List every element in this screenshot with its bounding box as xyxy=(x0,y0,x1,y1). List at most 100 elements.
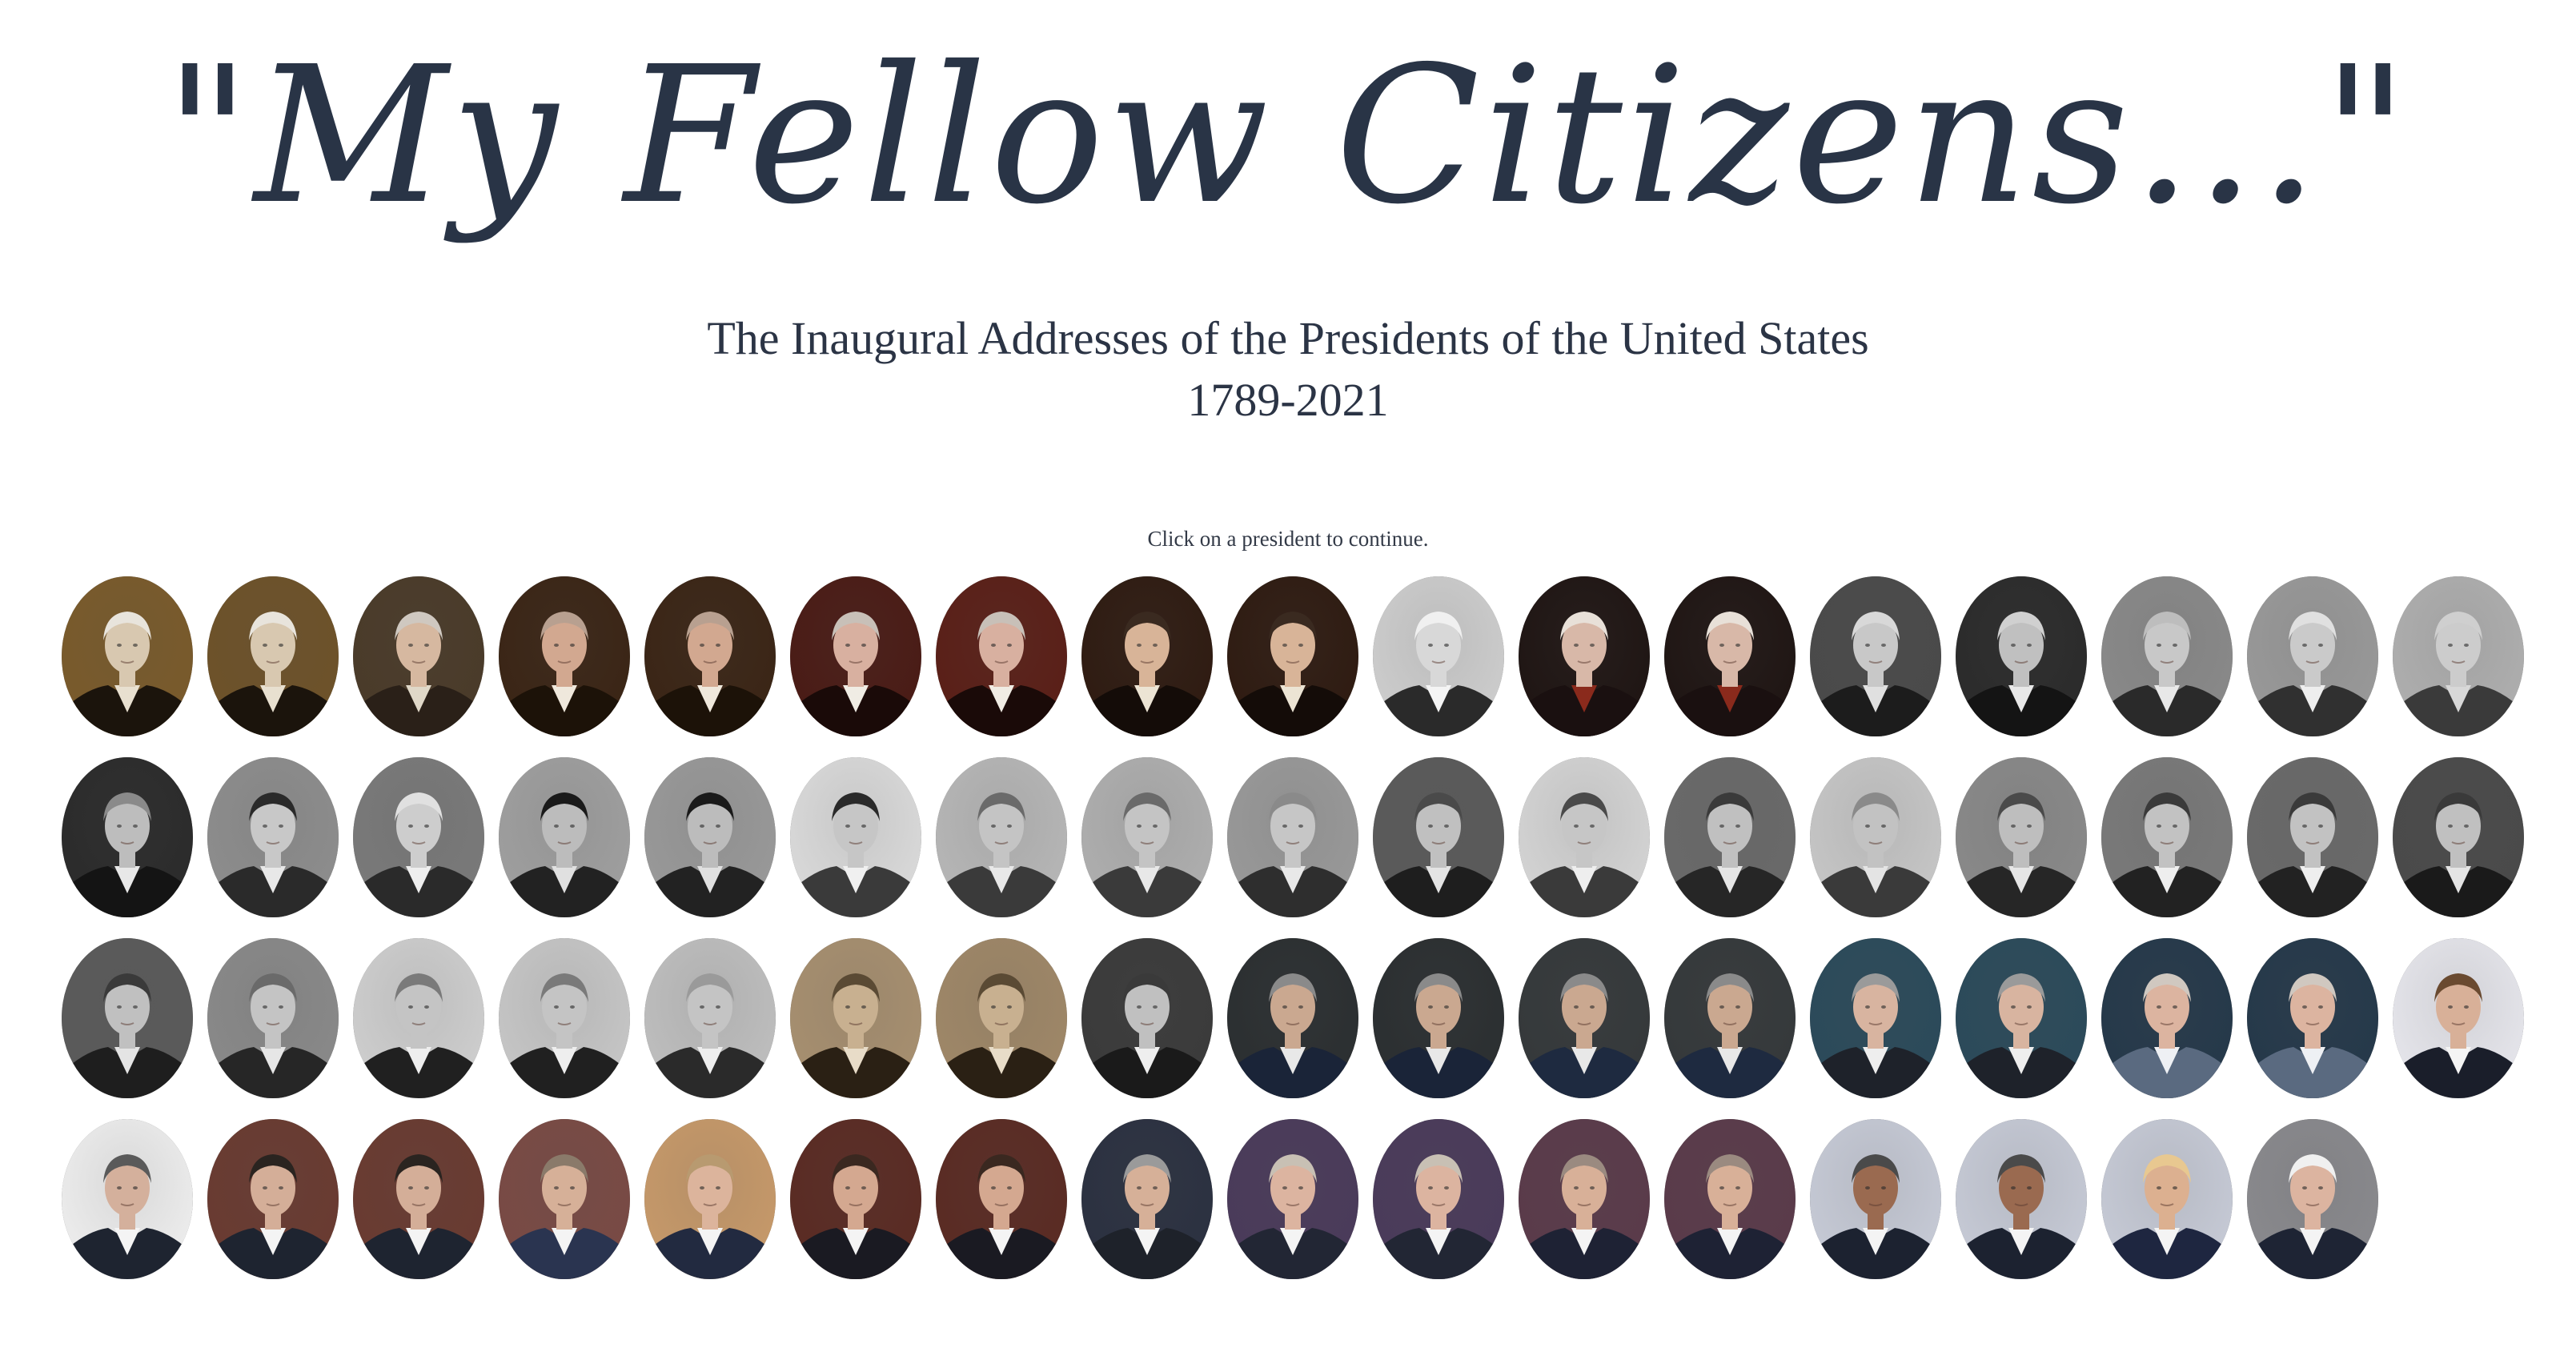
president-portrait[interactable] xyxy=(1081,1119,1213,1279)
president-portrait[interactable] xyxy=(2247,1119,2378,1279)
portrait-image xyxy=(499,576,630,736)
president-portrait[interactable] xyxy=(936,576,1067,736)
president-portrait[interactable] xyxy=(62,938,193,1098)
portrait-image xyxy=(790,576,921,736)
president-portrait[interactable] xyxy=(1519,1119,1650,1279)
page: "My Fellow Citizens..." The Inaugural Ad… xyxy=(0,0,2576,1372)
portrait-image xyxy=(62,1119,193,1279)
president-portrait[interactable] xyxy=(62,757,193,917)
portrait-image xyxy=(644,576,776,736)
portrait-image xyxy=(207,757,339,917)
president-portrait[interactable] xyxy=(1810,757,1941,917)
president-portrait[interactable] xyxy=(207,576,339,736)
portrait-image xyxy=(2247,1119,2378,1279)
portrait-image xyxy=(936,576,1067,736)
portrait-image xyxy=(1956,1119,2087,1279)
president-portrait[interactable] xyxy=(1810,938,1941,1098)
portrait-image xyxy=(936,938,1067,1098)
president-portrait[interactable] xyxy=(2393,757,2524,917)
president-portrait[interactable] xyxy=(207,1119,339,1279)
president-portrait[interactable] xyxy=(644,757,776,917)
president-portrait[interactable] xyxy=(644,1119,776,1279)
president-portrait[interactable] xyxy=(1373,757,1504,917)
president-portrait[interactable] xyxy=(1956,1119,2087,1279)
portrait-image xyxy=(1519,757,1650,917)
president-portrait[interactable] xyxy=(1373,576,1504,736)
portrait-image xyxy=(1373,576,1504,736)
president-portrait[interactable] xyxy=(2393,938,2524,1098)
portrait-image xyxy=(1664,757,1796,917)
president-portrait[interactable] xyxy=(644,938,776,1098)
president-portrait[interactable] xyxy=(207,757,339,917)
portrait-image xyxy=(499,938,630,1098)
portrait-image xyxy=(1956,938,2087,1098)
president-portrait[interactable] xyxy=(2393,576,2524,736)
president-portrait[interactable] xyxy=(1664,938,1796,1098)
president-portrait[interactable] xyxy=(790,938,921,1098)
president-portrait[interactable] xyxy=(62,1119,193,1279)
portrait-image xyxy=(207,1119,339,1279)
president-portrait[interactable] xyxy=(1373,1119,1504,1279)
portrait-image xyxy=(2393,576,2524,736)
president-portrait[interactable] xyxy=(353,576,484,736)
president-portrait[interactable] xyxy=(1664,576,1796,736)
president-portrait[interactable] xyxy=(1519,576,1650,736)
page-title: "My Fellow Citizens..." xyxy=(163,26,2413,246)
president-portrait[interactable] xyxy=(1519,757,1650,917)
portrait-image xyxy=(644,1119,776,1279)
president-portrait[interactable] xyxy=(2101,1119,2233,1279)
president-portrait[interactable] xyxy=(1227,757,1358,917)
president-portrait[interactable] xyxy=(936,1119,1067,1279)
portrait-image xyxy=(644,757,776,917)
president-portrait[interactable] xyxy=(2101,576,2233,736)
portrait-image xyxy=(644,938,776,1098)
portrait-image xyxy=(207,938,339,1098)
president-portrait[interactable] xyxy=(62,576,193,736)
portrait-image xyxy=(936,1119,1067,1279)
portrait-image xyxy=(790,938,921,1098)
president-portrait[interactable] xyxy=(1081,576,1213,736)
president-portrait[interactable] xyxy=(1810,576,1941,736)
president-portrait[interactable] xyxy=(1956,938,2087,1098)
portrait-image xyxy=(790,1119,921,1279)
portrait-image xyxy=(2393,938,2524,1098)
president-portrait[interactable] xyxy=(499,576,630,736)
portrait-image xyxy=(2247,576,2378,736)
president-portrait[interactable] xyxy=(499,938,630,1098)
president-portrait[interactable] xyxy=(1956,757,2087,917)
president-portrait[interactable] xyxy=(2247,576,2378,736)
president-portrait[interactable] xyxy=(2101,757,2233,917)
president-portrait[interactable] xyxy=(936,757,1067,917)
president-portrait[interactable] xyxy=(1227,576,1358,736)
president-portrait[interactable] xyxy=(1081,938,1213,1098)
portrait-image xyxy=(1227,757,1358,917)
portrait-image xyxy=(1081,757,1213,917)
president-portrait[interactable] xyxy=(353,938,484,1098)
president-portrait[interactable] xyxy=(1227,1119,1358,1279)
president-portrait[interactable] xyxy=(1664,1119,1796,1279)
president-portrait[interactable] xyxy=(1664,757,1796,917)
president-portrait[interactable] xyxy=(790,757,921,917)
president-portrait[interactable] xyxy=(790,576,921,736)
president-portrait[interactable] xyxy=(1373,938,1504,1098)
president-portrait[interactable] xyxy=(353,1119,484,1279)
president-portrait[interactable] xyxy=(2101,938,2233,1098)
president-portrait[interactable] xyxy=(353,757,484,917)
portrait-image xyxy=(62,938,193,1098)
president-portrait[interactable] xyxy=(644,576,776,736)
instruction-text: Click on a president to continue. xyxy=(1147,527,1429,551)
president-portrait[interactable] xyxy=(1519,938,1650,1098)
president-portrait[interactable] xyxy=(499,757,630,917)
portrait-image xyxy=(353,757,484,917)
president-portrait[interactable] xyxy=(207,938,339,1098)
president-portrait[interactable] xyxy=(499,1119,630,1279)
president-portrait[interactable] xyxy=(790,1119,921,1279)
president-portrait[interactable] xyxy=(2247,757,2378,917)
president-portrait[interactable] xyxy=(1227,938,1358,1098)
president-portrait[interactable] xyxy=(1956,576,2087,736)
president-portrait[interactable] xyxy=(2247,938,2378,1098)
portrait-image xyxy=(353,938,484,1098)
president-portrait[interactable] xyxy=(1081,757,1213,917)
president-portrait[interactable] xyxy=(936,938,1067,1098)
president-portrait[interactable] xyxy=(1810,1119,1941,1279)
